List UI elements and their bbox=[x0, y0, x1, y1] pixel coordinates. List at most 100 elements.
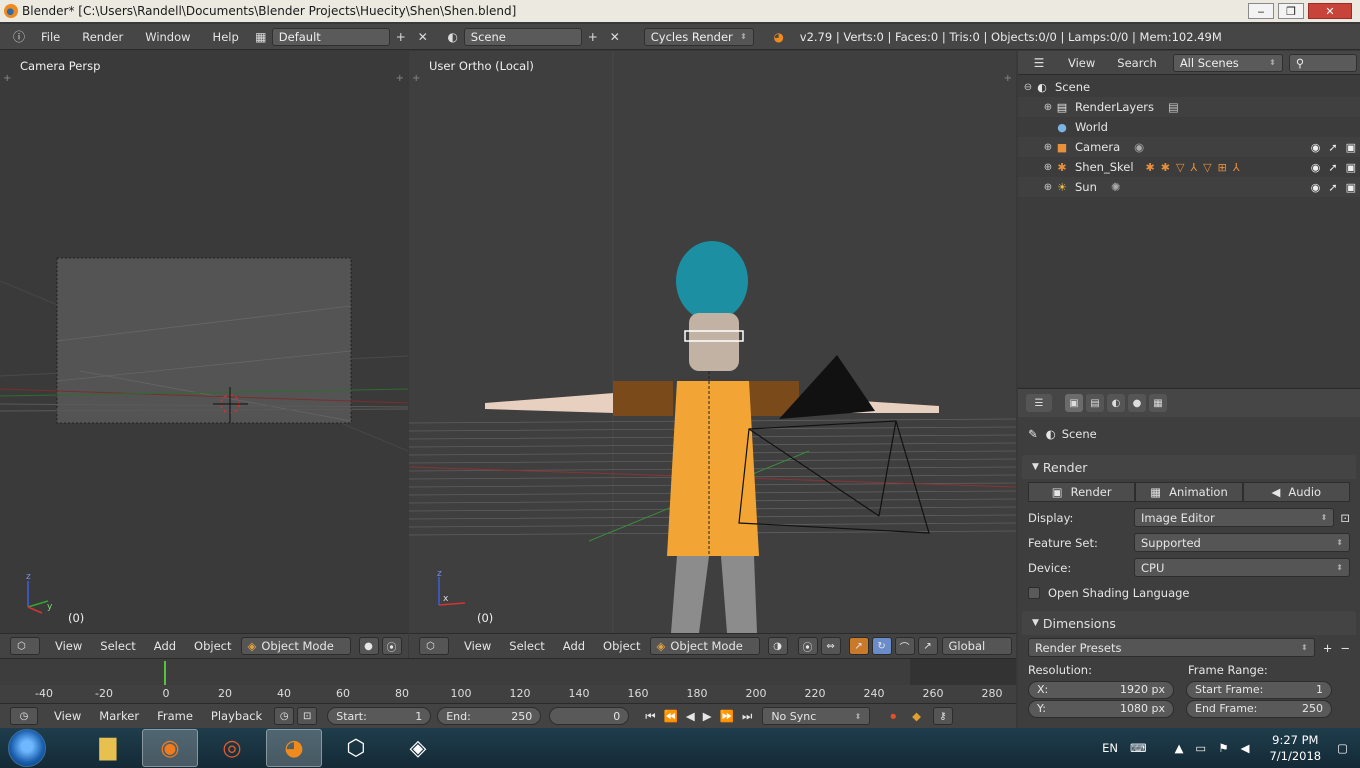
menu-select[interactable]: Select bbox=[500, 639, 553, 653]
feature-set-dropdown[interactable]: Supported ⬍ bbox=[1134, 533, 1350, 552]
keyboard-icon[interactable]: ⌨ bbox=[1130, 741, 1147, 755]
start-frame-field[interactable]: Start: 1 bbox=[327, 707, 432, 725]
current-frame-marker[interactable] bbox=[164, 661, 166, 685]
start-button[interactable] bbox=[8, 729, 46, 767]
rotate-manipulator-icon[interactable]: ↻ bbox=[871, 637, 892, 655]
outliner-item-scene[interactable]: ⊖ ◐ Scene bbox=[1018, 77, 1360, 97]
area-corner-icon[interactable]: + bbox=[396, 73, 404, 84]
timeline-area[interactable]: -40 -20 0 20 40 60 80 100 120 140 160 18… bbox=[0, 658, 1016, 703]
menu-help[interactable]: Help bbox=[202, 30, 250, 44]
add-screen-icon[interactable]: + bbox=[390, 28, 412, 46]
editor-type-button[interactable]: ⬡ bbox=[419, 637, 449, 655]
current-frame-field[interactable]: 0 bbox=[549, 707, 630, 725]
viewport-shading-icon[interactable]: ● bbox=[358, 637, 379, 655]
start-frame-field[interactable]: Start Frame: 1 bbox=[1186, 680, 1332, 699]
pivot-point-icon[interactable]: ⦿ bbox=[381, 637, 402, 655]
flag-icon[interactable]: ⚑ bbox=[1218, 741, 1228, 755]
expand-icon[interactable]: ⊕ bbox=[1042, 142, 1054, 153]
jump-keyframe-back-icon[interactable]: ⏪ bbox=[664, 709, 678, 723]
render-icon[interactable]: ▣ bbox=[1346, 161, 1356, 174]
show-hidden-icons-icon[interactable]: ▲ bbox=[1175, 741, 1184, 755]
outliner-editor-icon[interactable]: ☰ bbox=[1028, 54, 1050, 72]
transform-icon[interactable]: ↗ bbox=[917, 637, 938, 655]
display-dropdown[interactable]: Image Editor ⬍ bbox=[1134, 508, 1335, 527]
menu-add[interactable]: Add bbox=[554, 639, 594, 653]
translate-manipulator-icon[interactable]: ↗ bbox=[848, 637, 869, 655]
render-tab-icon[interactable]: ▣ bbox=[1065, 394, 1083, 412]
timeline-ruler[interactable]: -40 -20 0 20 40 60 80 100 120 140 160 18… bbox=[0, 685, 1016, 703]
audio-button[interactable]: ◀ Audio bbox=[1242, 482, 1350, 502]
menu-window[interactable]: Window bbox=[134, 30, 201, 44]
outliner-item-renderlayers[interactable]: ⊕ ▤ RenderLayers ▤ bbox=[1018, 97, 1360, 117]
cursor-select-icon[interactable]: ➚ bbox=[1328, 161, 1337, 174]
scene-tab-icon[interactable]: ◐ bbox=[1107, 394, 1125, 412]
menu-select[interactable]: Select bbox=[91, 639, 144, 653]
play-icon[interactable]: ▶ bbox=[703, 709, 712, 723]
timeline-editor-icon[interactable]: ◷ bbox=[10, 707, 38, 725]
notifications-icon[interactable]: ▢ bbox=[1337, 741, 1348, 755]
menu-object[interactable]: Object bbox=[594, 639, 649, 653]
menu-file[interactable]: File bbox=[30, 30, 71, 44]
end-frame-field[interactable]: End Frame: 250 bbox=[1186, 699, 1332, 718]
timeline-menu-marker[interactable]: Marker bbox=[99, 709, 139, 723]
timeline-menu-frame[interactable]: Frame bbox=[157, 709, 193, 723]
scale-manipulator-icon[interactable]: ⌒ bbox=[894, 637, 915, 655]
timeline-menu-view[interactable]: View bbox=[54, 709, 81, 723]
render-panel-header[interactable]: ▼ Render bbox=[1022, 455, 1356, 479]
cursor-select-icon[interactable]: ➚ bbox=[1328, 141, 1337, 154]
play-reverse-icon[interactable]: ◀ bbox=[686, 709, 695, 723]
eye-icon[interactable]: ◉ bbox=[1311, 141, 1321, 154]
app-icon[interactable]: ◎ bbox=[204, 729, 260, 767]
outliner-menu-view[interactable]: View bbox=[1068, 56, 1095, 70]
language-indicator[interactable]: EN bbox=[1102, 741, 1118, 755]
screen-layout-field[interactable]: Default bbox=[271, 27, 390, 46]
unity-icon[interactable]: ◈ bbox=[390, 729, 446, 767]
outliner-item-sun[interactable]: ⊕ ☀ Sun ✺ ◉ ➚ ▣ bbox=[1018, 177, 1360, 197]
pin-icon[interactable]: ✎ bbox=[1028, 427, 1038, 441]
end-frame-field[interactable]: End: 250 bbox=[437, 707, 542, 725]
remove-preset-icon[interactable]: − bbox=[1340, 641, 1350, 655]
menu-view[interactable]: View bbox=[46, 639, 91, 653]
outliner-search-input[interactable]: ⚲ bbox=[1288, 53, 1357, 72]
firefox-icon[interactable]: ◉ bbox=[142, 729, 198, 767]
lock-icon[interactable]: ⊡ bbox=[1340, 511, 1350, 525]
outliner-item-camera[interactable]: ⊕ ■ Camera ◉ ◉ ➚ ▣ bbox=[1018, 137, 1360, 157]
menu-add[interactable]: Add bbox=[145, 639, 185, 653]
menu-view[interactable]: View bbox=[455, 639, 500, 653]
timeline-menu-playback[interactable]: Playback bbox=[211, 709, 262, 723]
device-dropdown[interactable]: CPU ⬍ bbox=[1134, 558, 1350, 577]
menu-object[interactable]: Object bbox=[185, 639, 240, 653]
jump-end-icon[interactable]: ⏭ bbox=[742, 709, 752, 724]
network-icon[interactable]: ▭ bbox=[1195, 741, 1206, 755]
area-corner-icon[interactable]: + bbox=[3, 73, 11, 84]
editor-type-button[interactable]: ⬡ bbox=[10, 637, 40, 655]
render-button[interactable]: ▣ Render bbox=[1028, 482, 1136, 502]
area-corner-icon[interactable]: + bbox=[412, 73, 420, 84]
eye-icon[interactable]: ◉ bbox=[1311, 181, 1321, 194]
file-explorer-icon[interactable]: ▇ bbox=[80, 729, 136, 767]
jump-keyframe-forward-icon[interactable]: ⏩ bbox=[720, 709, 734, 723]
lock-range-icon[interactable]: ⊡ bbox=[297, 707, 318, 725]
area-corner-icon[interactable]: + bbox=[1004, 73, 1012, 84]
scene-selector-icon[interactable]: ◐ bbox=[442, 28, 464, 46]
display-mode-dropdown[interactable]: All Scenes ⬍ bbox=[1172, 53, 1283, 72]
dimensions-panel-header[interactable]: ▼ Dimensions bbox=[1022, 611, 1356, 635]
keyframe-icon[interactable]: ◆ bbox=[912, 709, 921, 723]
eye-icon[interactable]: ◉ bbox=[1311, 161, 1321, 174]
render-engine-dropdown[interactable]: Cycles Render ⬍ bbox=[643, 27, 754, 46]
viewport-shading-icon[interactable]: ◑ bbox=[767, 637, 788, 655]
maximize-button[interactable]: ❐ bbox=[1278, 3, 1304, 19]
remove-screen-icon[interactable]: ✕ bbox=[412, 28, 434, 46]
blender-taskbar-icon[interactable]: ◕ bbox=[266, 729, 322, 767]
add-preset-icon[interactable]: + bbox=[1323, 641, 1333, 655]
info-editor-type-icon[interactable]: ⓘ bbox=[8, 28, 30, 46]
collapse-icon[interactable]: ⊖ bbox=[1022, 82, 1034, 93]
render-icon[interactable]: ▣ bbox=[1346, 141, 1356, 154]
app-hex-icon[interactable]: ⬡ bbox=[328, 729, 384, 767]
record-icon[interactable]: ⏺ bbox=[890, 709, 896, 724]
scene-field[interactable]: Scene bbox=[463, 27, 582, 46]
render-presets-dropdown[interactable]: Render Presets ⬍ bbox=[1028, 638, 1315, 657]
outliner-item-shen-skel[interactable]: ⊕ ✱ Shen_Skel ✱✱▽⅄▽⊞⅄ ◉ ➚ ▣ bbox=[1018, 157, 1360, 177]
outliner-menu-search[interactable]: Search bbox=[1117, 56, 1157, 70]
expand-icon[interactable]: ⊕ bbox=[1042, 182, 1054, 193]
